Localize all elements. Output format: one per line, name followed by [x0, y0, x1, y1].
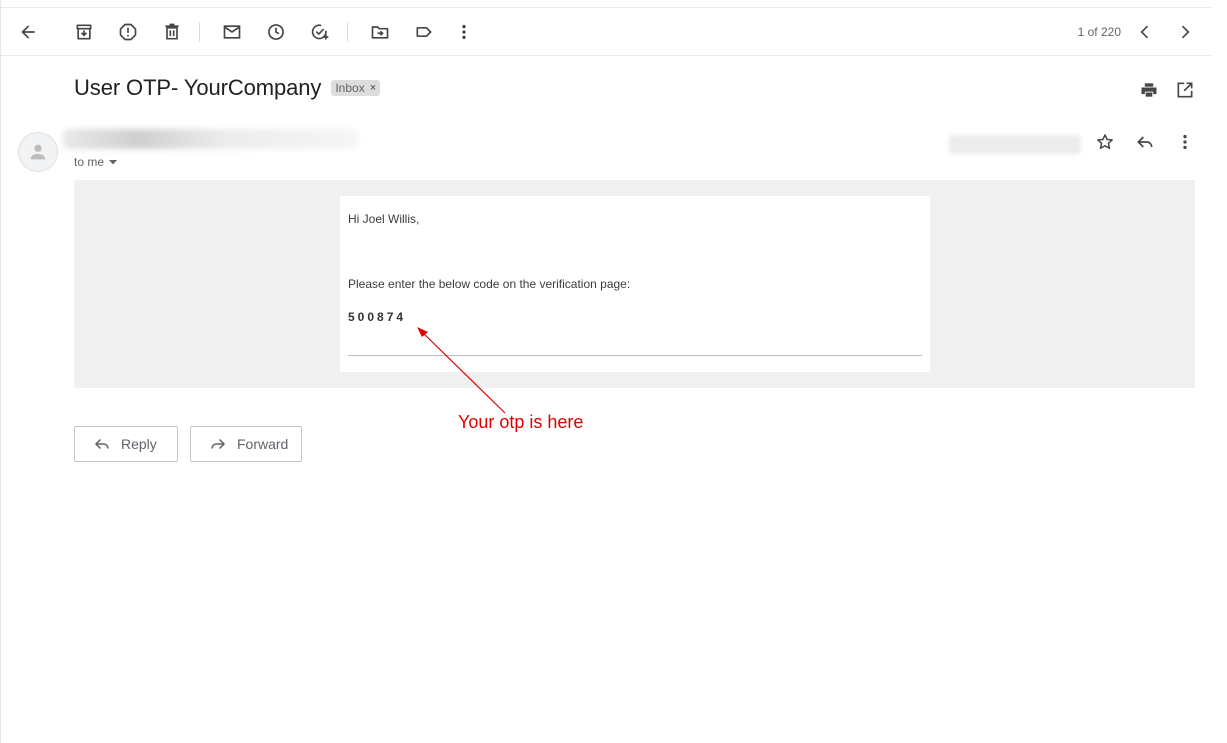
delete-icon[interactable] [156, 16, 188, 48]
sender-avatar[interactable] [18, 132, 58, 172]
archive-icon[interactable] [68, 16, 100, 48]
subject-row: User OTP- YourCompany Inbox × [74, 75, 381, 101]
pager-count: 1 of 220 [1077, 25, 1121, 39]
more-options-icon[interactable] [1173, 130, 1197, 154]
back-arrow-icon[interactable] [12, 16, 44, 48]
print-icon[interactable] [1137, 78, 1161, 102]
email-subject: User OTP- YourCompany [74, 75, 322, 100]
toolbar-divider [199, 22, 200, 42]
reply-button-label: Reply [121, 436, 157, 452]
date-redacted [949, 135, 1081, 154]
toolbar-divider [347, 22, 348, 42]
reply-icon [94, 438, 109, 450]
label-icon[interactable] [408, 16, 440, 48]
card-divider [348, 355, 922, 356]
forward-button-label: Forward [237, 436, 289, 452]
recipient-details-toggle[interactable]: to me [74, 155, 118, 169]
instruction-text: Please enter the below code on the verif… [348, 277, 631, 291]
label-chip-text: Inbox [335, 81, 365, 95]
email-toolbar: 1 of 220 [1, 8, 1213, 56]
email-view: 1 of 220 User OTP- YourCompany Inbox × t… [0, 0, 1227, 743]
dropdown-arrow-icon [109, 160, 118, 165]
recipient-text: to me [74, 155, 105, 169]
annotation-text: Your otp is here [458, 412, 584, 432]
newer-chevron-icon[interactable] [1129, 16, 1161, 48]
inbox-label-chip[interactable]: Inbox × [331, 80, 381, 96]
sender-name-redacted [63, 129, 358, 149]
email-body: Hi Joel Willis, Please enter the below c… [74, 180, 1195, 388]
open-new-window-icon[interactable] [1173, 78, 1197, 102]
remove-label-button[interactable]: × [370, 82, 376, 94]
move-to-icon[interactable] [364, 16, 396, 48]
mark-unread-icon[interactable] [216, 16, 248, 48]
forward-icon [211, 438, 226, 450]
snooze-icon[interactable] [260, 16, 292, 48]
greeting-text: Hi Joel Willis, [348, 212, 420, 226]
reply-button[interactable]: Reply [74, 426, 178, 462]
forward-button[interactable]: Forward [190, 426, 302, 462]
report-spam-icon[interactable] [112, 16, 144, 48]
reply-icon[interactable] [1133, 130, 1157, 154]
star-icon[interactable] [1093, 130, 1117, 154]
message-card: Hi Joel Willis, Please enter the below c… [340, 196, 930, 372]
older-chevron-icon[interactable] [1169, 16, 1201, 48]
add-to-tasks-icon[interactable] [304, 16, 336, 48]
otp-code: 500874 [348, 310, 407, 324]
more-vert-icon[interactable] [448, 16, 480, 48]
